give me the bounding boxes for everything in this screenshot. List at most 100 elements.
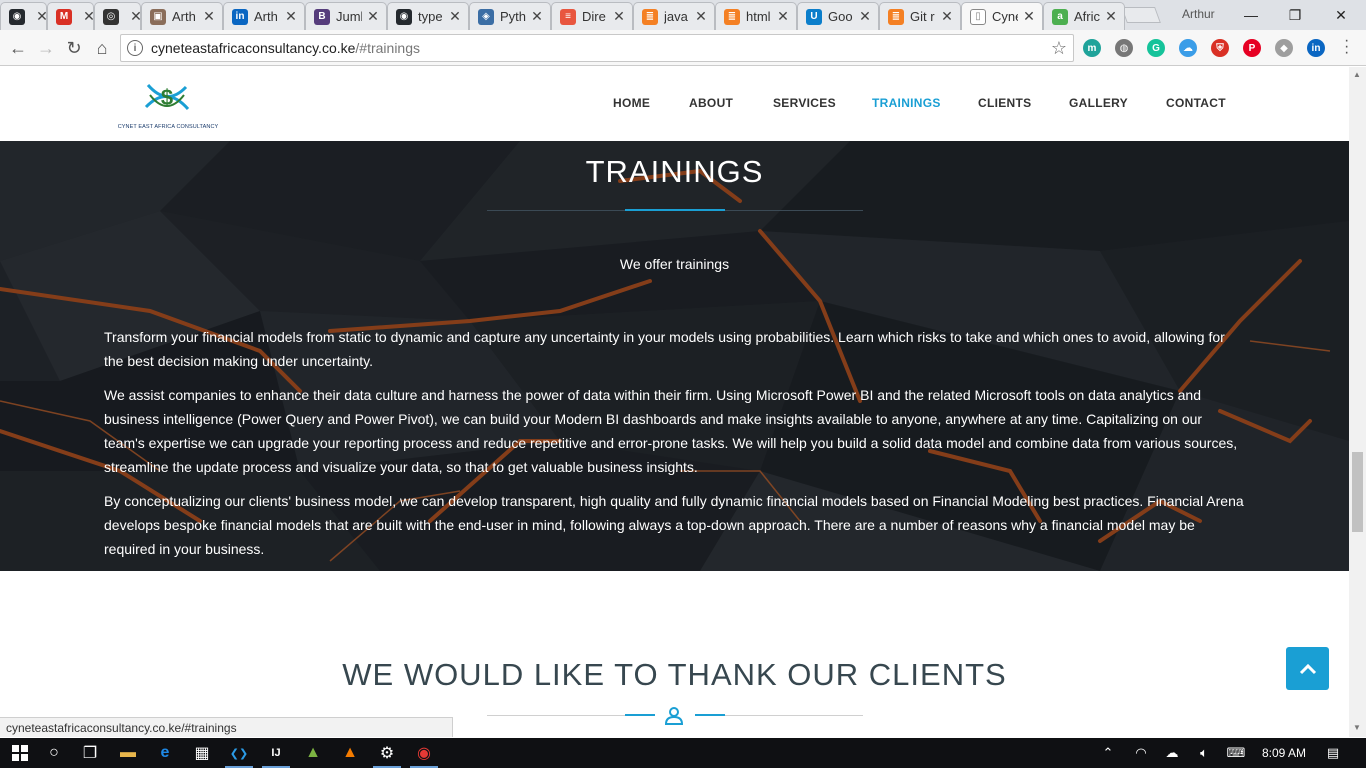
tab-label: type: [418, 9, 443, 24]
nav-contact[interactable]: CONTACT: [1166, 96, 1226, 110]
nav-clients[interactable]: CLIENTS: [978, 96, 1031, 110]
browser-tab[interactable]: a Afric ✕: [1043, 2, 1125, 30]
nav-home[interactable]: HOME: [613, 96, 650, 110]
scroll-to-top-button[interactable]: [1286, 647, 1329, 690]
trainings-paragraph: Transform your financial models from sta…: [104, 329, 1225, 369]
forward-icon[interactable]: →: [34, 36, 58, 60]
scroll-down-arrow-icon[interactable]: ▼: [1353, 723, 1361, 732]
nav-about[interactable]: ABOUT: [689, 96, 733, 110]
settings-icon[interactable]: ⚙: [369, 738, 405, 768]
file-explorer-icon[interactable]: ▬: [110, 738, 146, 768]
minimize-icon[interactable]: —: [1228, 0, 1274, 30]
close-tab-icon[interactable]: ✕: [940, 8, 954, 25]
tab-label: Dire: [582, 9, 606, 24]
tab-label: Git r: [910, 9, 935, 24]
browser-tab[interactable]: ≣ Git r ✕: [879, 2, 961, 30]
keyboard-icon[interactable]: ⌨: [1222, 738, 1250, 768]
pinterest-icon[interactable]: P: [1243, 39, 1261, 57]
restore-icon[interactable]: ❐: [1272, 0, 1318, 30]
tab-label: Arth: [172, 9, 196, 24]
close-tab-icon[interactable]: ✕: [129, 8, 140, 25]
info-icon[interactable]: i: [127, 40, 143, 56]
url-text[interactable]: cyneteastafricaconsultancy.co.ke/#traini…: [151, 40, 420, 56]
nav-services[interactable]: SERVICES: [773, 96, 836, 110]
close-tab-icon[interactable]: ✕: [530, 8, 544, 25]
globe-extension-icon[interactable]: ◍: [1115, 39, 1133, 57]
start-windows-icon[interactable]: [2, 738, 38, 768]
address-bar[interactable]: i cyneteastafricaconsultancy.co.ke/#trai…: [120, 34, 1074, 62]
browser-tab[interactable]: ▣ Arth ✕: [141, 2, 223, 30]
close-window-icon[interactable]: ✕: [1318, 0, 1364, 30]
site-logo[interactable]: $ CYNET EAST AFRICA CONSULTANCY: [112, 77, 222, 130]
cloud-extension-icon[interactable]: ☁: [1179, 39, 1197, 57]
vscode-icon[interactable]: ❮❯: [221, 738, 257, 768]
close-tab-icon[interactable]: ✕: [82, 8, 93, 25]
browser-tab[interactable]: in Arth ✕: [223, 2, 305, 30]
close-tab-icon[interactable]: ✕: [284, 8, 298, 25]
close-tab-icon[interactable]: ✕: [35, 8, 46, 25]
grammarly-icon[interactable]: G: [1147, 39, 1165, 57]
home-icon[interactable]: ⌂: [90, 36, 114, 60]
browser-tab[interactable]: M ✕: [47, 2, 94, 30]
browser-tab[interactable]: U Goo ✕: [797, 2, 879, 30]
vlc-icon[interactable]: ▲: [332, 738, 368, 768]
close-tab-icon[interactable]: ✕: [1022, 8, 1036, 25]
profile-name[interactable]: Arthur: [1182, 7, 1215, 21]
reload-icon[interactable]: ↻: [62, 36, 86, 60]
svg-text:$: $: [161, 85, 173, 110]
browser-tab[interactable]: ▯ Cyne ✕: [961, 2, 1043, 30]
close-tab-icon[interactable]: ✕: [776, 8, 790, 25]
task-view-icon[interactable]: ❐: [72, 738, 108, 768]
close-tab-icon[interactable]: ✕: [612, 8, 626, 25]
trainings-title: TRAININGS: [585, 154, 764, 189]
m-extension-icon[interactable]: m: [1083, 39, 1101, 57]
onedrive-cloud-icon[interactable]: ☁: [1160, 738, 1184, 768]
tab-label: Cyne: [992, 9, 1018, 24]
clients-title: WE WOULD LIKE TO THANK OUR CLIENTS: [342, 657, 1007, 692]
close-tab-icon[interactable]: ✕: [366, 8, 380, 25]
close-tab-icon[interactable]: ✕: [202, 8, 216, 25]
android-studio-icon[interactable]: ▲: [295, 738, 331, 768]
linkedin-extension-icon[interactable]: in: [1307, 39, 1325, 57]
page-scrollbar[interactable]: ▲ ▼: [1349, 67, 1366, 737]
browser-tab[interactable]: ◈ Pyth ✕: [469, 2, 551, 30]
intellij-icon[interactable]: IJ: [258, 738, 294, 768]
windows-taskbar: ○ ❐ ⌃ ◠ ☁ 🔈︎ ⌨ 8:09 AM ▤ ▬ e ▦ ❮❯ IJ ▲ ▲ ⚙ ◉: [0, 738, 1366, 768]
browser-tab[interactable]: ◎ ✕: [94, 2, 141, 30]
nav-gallery[interactable]: GALLERY: [1069, 96, 1128, 110]
browser-tab[interactable]: ≡ Dire ✕: [551, 2, 633, 30]
tab-label: java: [664, 9, 688, 24]
clients-divider: [487, 715, 625, 716]
clock[interactable]: 8:09 AM: [1256, 738, 1312, 768]
edge-icon[interactable]: e: [147, 738, 183, 768]
browser-tab[interactable]: ◉ ✕: [0, 2, 47, 30]
circle-icon: ◎: [103, 8, 119, 25]
new-tab-button[interactable]: [1121, 7, 1161, 23]
browser-tab[interactable]: B Juml ✕: [305, 2, 387, 30]
browser-tab[interactable]: ◉ type ✕: [387, 2, 469, 30]
scroll-up-arrow-icon[interactable]: ▲: [1353, 70, 1361, 79]
volume-icon[interactable]: 🔈︎: [1192, 738, 1216, 768]
wifi-icon[interactable]: ◠: [1130, 738, 1152, 768]
bookmark-star-icon[interactable]: ☆: [1051, 38, 1067, 59]
tray-chevron-up-icon[interactable]: ⌃: [1098, 738, 1118, 768]
browser-tab[interactable]: ≣ html ✕: [715, 2, 797, 30]
close-tab-icon[interactable]: ✕: [448, 8, 462, 25]
close-tab-icon[interactable]: ✕: [858, 8, 872, 25]
shield-extension-icon[interactable]: ⛨: [1211, 39, 1229, 57]
search-circle-icon[interactable]: ○: [36, 738, 72, 768]
chrome-icon[interactable]: ◉: [406, 738, 442, 768]
clients-divider: [725, 715, 863, 716]
github-icon: ◉: [396, 8, 412, 25]
puzzle-extension-icon[interactable]: ◆: [1275, 39, 1293, 57]
nav-trainings[interactable]: TRAININGS: [872, 96, 941, 110]
browser-menu-icon[interactable]: · · ·: [1344, 33, 1349, 61]
notifications-icon[interactable]: ▤: [1320, 738, 1346, 768]
close-tab-icon[interactable]: ✕: [1104, 8, 1118, 25]
browser-tab[interactable]: ≣ java ✕: [633, 2, 715, 30]
scrollbar-thumb[interactable]: [1352, 452, 1363, 532]
store-icon[interactable]: ▦: [184, 738, 220, 768]
back-icon[interactable]: ←: [6, 36, 30, 60]
link-status-bar: cyneteastafricaconsultancy.co.ke/#traini…: [0, 717, 453, 737]
close-tab-icon[interactable]: ✕: [694, 8, 708, 25]
